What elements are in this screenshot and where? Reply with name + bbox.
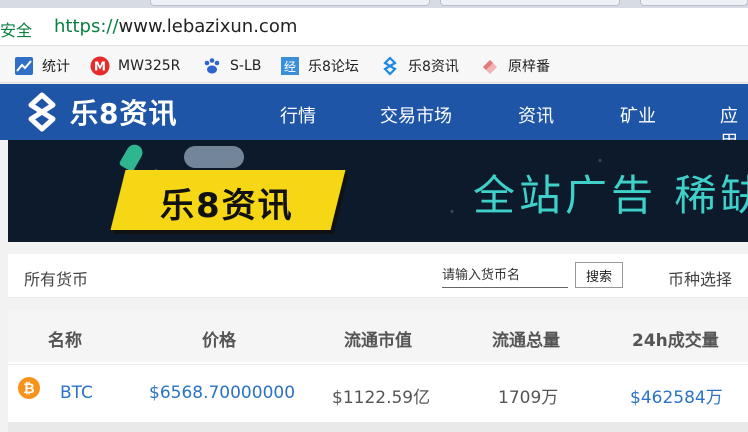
nav-zixun[interactable]: 资讯 bbox=[518, 102, 554, 128]
banner-headline: 全站广告 稀缺 bbox=[473, 171, 748, 220]
bookmark-label: 统计 bbox=[42, 59, 70, 75]
divider bbox=[8, 298, 748, 310]
bookmark-label: MW325R bbox=[118, 58, 181, 74]
security-indicator[interactable]: 安全 bbox=[0, 17, 32, 41]
forum-icon: 经 bbox=[280, 56, 300, 76]
url-scheme: https:// bbox=[54, 16, 119, 37]
column-header-volume: 24h成交量 bbox=[632, 331, 719, 351]
paw-icon bbox=[202, 56, 222, 76]
column-header-name: 名称 bbox=[48, 331, 82, 351]
coin-volume-link[interactable]: $462584万 bbox=[630, 383, 723, 408]
bookmark-yuanzifan[interactable]: 原梓番 bbox=[480, 55, 550, 77]
coin-search-input[interactable] bbox=[442, 264, 568, 288]
column-header-supply: 流通总量 bbox=[492, 331, 560, 351]
table-header: 名称 价格 流通市值 流通总量 24h成交量 bbox=[8, 310, 748, 362]
nav-kuangye[interactable]: 矿业 bbox=[620, 102, 656, 128]
column-header-price: 价格 bbox=[202, 331, 236, 351]
browser-tabstrip bbox=[0, 0, 748, 8]
coin-panel: 所有货币 搜索 币种选择 名称 价格 流通市值 流通总量 24h成交量 ₿ BT… bbox=[8, 254, 748, 432]
url-host: www.lebazixun.com bbox=[118, 16, 298, 37]
le8-logo-icon bbox=[380, 56, 400, 76]
divider bbox=[8, 422, 748, 432]
browser-tab[interactable] bbox=[150, 0, 430, 6]
coin-name-link[interactable]: BTC bbox=[60, 383, 93, 403]
ad-banner[interactable]: 乐8资讯 全站广告 稀缺 bbox=[8, 140, 748, 242]
bookmark-label: 乐8资讯 bbox=[408, 59, 459, 75]
banner-flag-text: 乐8资讯 bbox=[160, 186, 294, 226]
cloud-icon bbox=[184, 146, 244, 168]
bookmark-mw325r[interactable]: M MW325R bbox=[90, 55, 180, 77]
mercury-router-icon: M bbox=[90, 56, 110, 76]
coin-market-cap: $1122.59亿 bbox=[332, 388, 431, 408]
browser-tab[interactable] bbox=[640, 0, 748, 6]
url-text[interactable]: https://www.lebazixun.com bbox=[54, 16, 297, 37]
coin-select[interactable]: 币种选择 bbox=[668, 266, 732, 290]
bookmark-label: 原梓番 bbox=[508, 59, 550, 75]
column-header-market-cap: 流通市值 bbox=[344, 331, 412, 351]
site-header: 乐8资讯 行情 交易市场 资讯 矿业 应用 bbox=[0, 84, 748, 153]
address-bar[interactable]: 安全 https://www.lebazixun.com bbox=[0, 8, 748, 46]
bookmark-le8-forum[interactable]: 经 乐8论坛 bbox=[280, 55, 359, 77]
site-logo[interactable]: 乐8资讯 bbox=[22, 92, 177, 132]
bookmark-s-lb[interactable]: S-LB bbox=[202, 55, 261, 77]
chart-icon bbox=[14, 56, 34, 76]
bookmark-le8-news[interactable]: 乐8资讯 bbox=[380, 55, 459, 77]
le8-logo-icon bbox=[28, 92, 56, 132]
nav-jiaoyi-shichang[interactable]: 交易市场 bbox=[380, 102, 452, 128]
all-coins-label[interactable]: 所有货币 bbox=[24, 266, 88, 290]
nav-hangqing[interactable]: 行情 bbox=[280, 102, 316, 128]
filter-row: 所有货币 搜索 币种选择 bbox=[8, 254, 748, 298]
logo-text: 乐8资讯 bbox=[70, 97, 178, 130]
bookmark-tongji[interactable]: 统计 bbox=[14, 55, 70, 77]
bookmark-label: 乐8论坛 bbox=[308, 59, 359, 75]
table-row[interactable]: ₿ BTC $6568.70000000 $1122.59亿 1709万 $46… bbox=[8, 364, 748, 422]
bookmark-label: S-LB bbox=[230, 58, 262, 74]
svg-text:经: 经 bbox=[284, 60, 296, 74]
bookmarks-bar: 统计 M MW325R S-LB 经 乐8论坛 乐8资讯 原梓番 bbox=[0, 47, 748, 83]
bitcoin-icon: ₿ bbox=[18, 377, 40, 399]
browser-tab[interactable] bbox=[440, 0, 620, 6]
svg-text:M: M bbox=[94, 60, 106, 74]
coin-supply: 1709万 bbox=[498, 388, 559, 408]
search-button[interactable]: 搜索 bbox=[575, 262, 623, 288]
coin-price-link[interactable]: $6568.70000000 bbox=[149, 383, 295, 403]
eraser-icon bbox=[480, 56, 500, 76]
